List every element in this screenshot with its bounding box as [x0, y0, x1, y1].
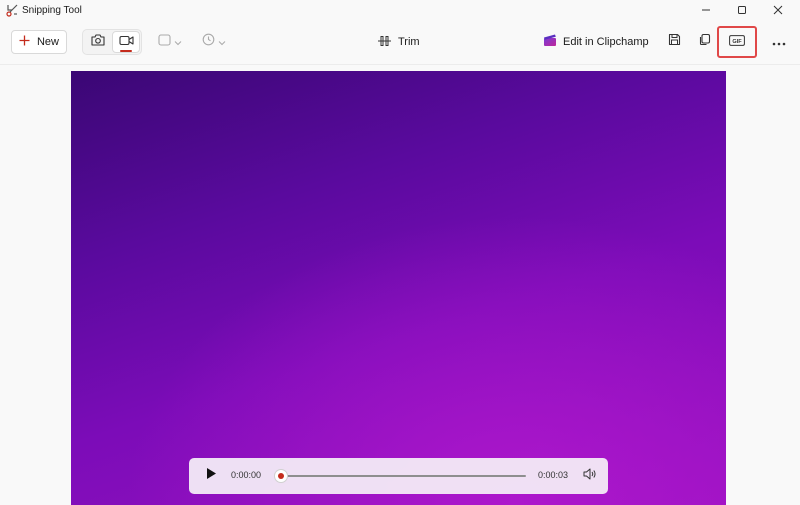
minimize-icon — [701, 2, 711, 20]
volume-icon — [583, 467, 597, 485]
close-button[interactable] — [760, 0, 796, 22]
camera-icon — [91, 33, 105, 51]
photo-mode-button[interactable] — [84, 31, 112, 53]
new-button-label: New — [36, 36, 59, 48]
save-button[interactable] — [662, 30, 686, 54]
more-icon — [772, 33, 786, 51]
video-camera-icon — [118, 33, 134, 51]
window-title: Snipping Tool — [22, 5, 82, 16]
title-bar: Snipping Tool — [0, 0, 800, 22]
copy-button[interactable] — [692, 30, 716, 54]
plus-icon — [19, 34, 30, 50]
shape-dropdown[interactable] — [158, 31, 182, 53]
new-button[interactable]: New — [11, 30, 67, 54]
maximize-button[interactable] — [724, 0, 760, 22]
chevron-down-icon — [218, 33, 226, 51]
rectangle-icon — [158, 33, 171, 51]
play-icon — [206, 467, 217, 485]
toolbar-divider — [0, 64, 800, 65]
play-button[interactable] — [201, 466, 221, 486]
timer-dropdown[interactable] — [202, 31, 226, 53]
volume-button[interactable] — [581, 467, 599, 485]
clock-icon — [202, 33, 215, 51]
maximize-icon — [737, 2, 747, 20]
save-icon — [668, 33, 681, 51]
snipping-tool-icon — [6, 4, 18, 17]
chevron-down-icon — [174, 33, 182, 51]
total-duration: 0:00:03 — [538, 470, 569, 480]
toolbar: New Trim Edit in Clipchamp GIF — [0, 24, 800, 64]
gif-icon: GIF — [729, 33, 745, 51]
playback-controls: 0:00:00 0:00:03 — [189, 458, 608, 494]
clipchamp-icon — [543, 34, 557, 50]
export-gif-button[interactable]: GIF — [717, 26, 757, 58]
seek-thumb[interactable] — [275, 470, 287, 482]
video-preview — [71, 71, 726, 505]
video-mode-button[interactable] — [112, 31, 140, 53]
capture-mode-toggle — [82, 29, 142, 55]
minimize-button[interactable] — [688, 0, 724, 22]
gif-icon-label: GIF — [732, 39, 742, 45]
edit-in-clipchamp-button[interactable]: Edit in Clipchamp — [543, 31, 649, 53]
active-mode-indicator — [120, 50, 132, 52]
edit-in-clipchamp-label: Edit in Clipchamp — [563, 36, 649, 48]
current-time: 0:00:00 — [231, 470, 262, 480]
close-icon — [773, 2, 783, 20]
seek-bar[interactable] — [281, 475, 526, 477]
trim-button-label: Trim — [398, 36, 420, 48]
trim-button[interactable]: Trim — [377, 31, 420, 53]
more-options-button[interactable] — [766, 30, 792, 54]
trim-icon — [377, 35, 392, 50]
copy-icon — [698, 33, 711, 51]
